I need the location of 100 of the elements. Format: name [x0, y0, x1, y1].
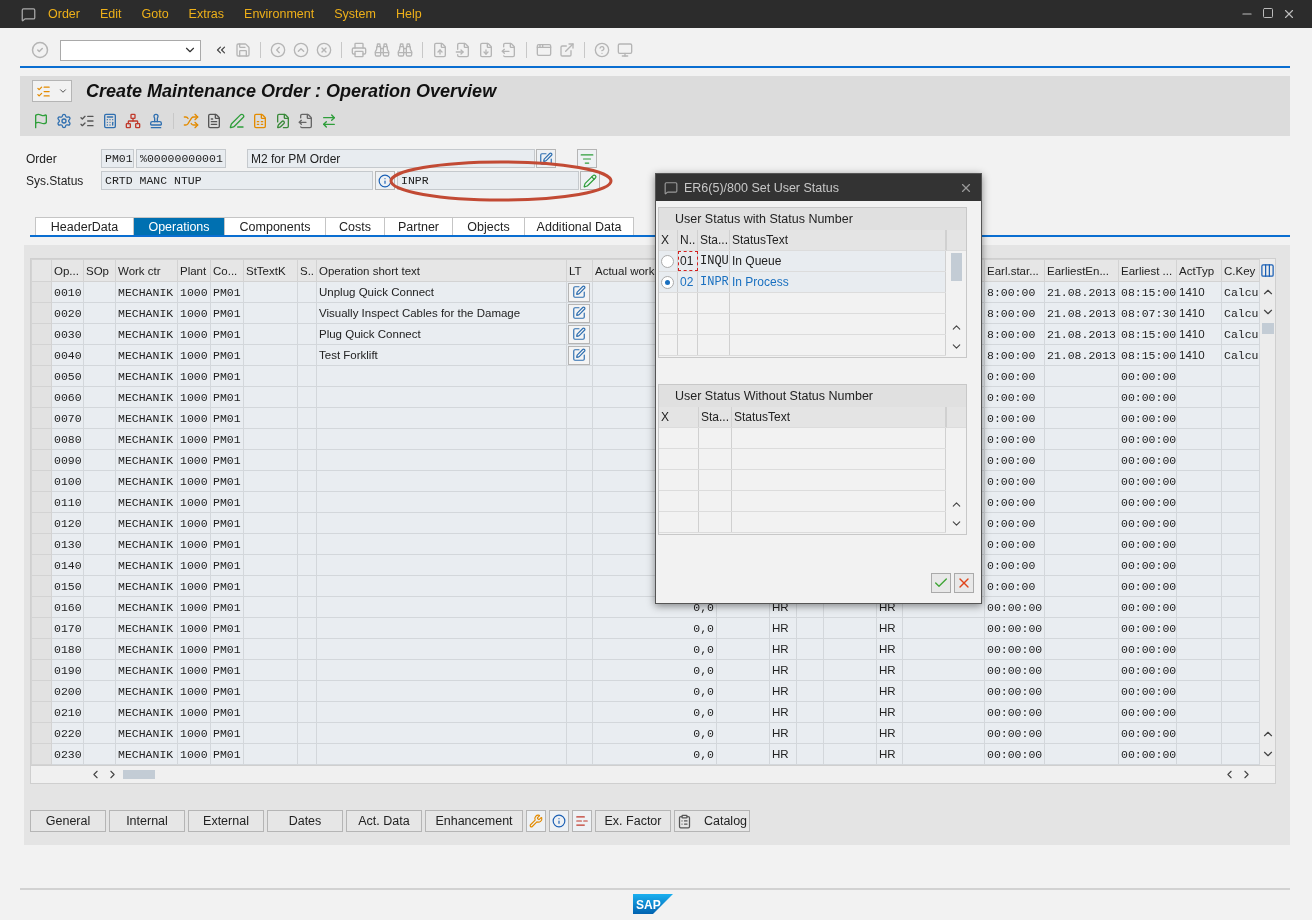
tab-button[interactable]: Dates — [267, 810, 343, 832]
tab[interactable]: Objects — [452, 217, 525, 235]
row-selector[interactable] — [31, 680, 52, 702]
column-header[interactable]: SOp — [83, 259, 116, 282]
find-next-icon[interactable] — [397, 42, 413, 58]
remove-button[interactable] — [572, 810, 592, 832]
tab[interactable]: Costs — [325, 217, 385, 235]
confirm-button[interactable] — [931, 573, 951, 593]
row-selector[interactable] — [31, 638, 52, 660]
print-icon[interactable] — [351, 42, 367, 58]
stamp-icon[interactable] — [148, 113, 164, 129]
catalog-button[interactable]: Catalog — [674, 810, 750, 832]
long-text-button[interactable] — [568, 324, 590, 344]
row-selector[interactable] — [31, 407, 52, 429]
row-selector[interactable] — [31, 281, 52, 303]
menu-item[interactable]: Extras — [188, 7, 225, 21]
column-header[interactable]: Op... — [51, 259, 84, 282]
next-page-icon[interactable] — [478, 42, 494, 58]
column-header[interactable]: Co... — [210, 259, 244, 282]
row-selector[interactable] — [31, 722, 52, 744]
exit-icon[interactable] — [293, 42, 309, 58]
maximize-icon[interactable] — [1262, 7, 1274, 19]
arrows-icon[interactable] — [321, 113, 337, 129]
new-window-icon[interactable] — [536, 42, 552, 58]
row-selector[interactable] — [31, 449, 52, 471]
menu-item[interactable]: Help — [395, 7, 422, 21]
spreadsheet-icon[interactable] — [252, 113, 268, 129]
column-header[interactable]: EarliestEn... — [1044, 259, 1119, 282]
last-page-icon[interactable] — [501, 42, 517, 58]
row-selector[interactable] — [31, 344, 52, 366]
order-type-field[interactable]: PM01 — [101, 149, 134, 168]
radio-button[interactable] — [661, 254, 674, 268]
tab-button[interactable]: External — [188, 810, 264, 832]
menu-item[interactable]: Edit — [99, 7, 122, 21]
column-header[interactable]: Sta... — [699, 407, 732, 427]
file-pen-icon[interactable] — [275, 113, 291, 129]
tab[interactable]: Additional Data — [524, 217, 634, 235]
list-icon[interactable] — [79, 113, 95, 129]
filter-button[interactable] — [577, 149, 597, 168]
tab-button[interactable]: Ex. Factor — [595, 810, 671, 832]
column-header[interactable]: Operation short text — [316, 259, 567, 282]
column-header[interactable]: Work ctr — [115, 259, 178, 282]
close-icon[interactable] — [1282, 7, 1296, 21]
network-icon[interactable] — [125, 113, 141, 129]
row-selector[interactable] — [31, 302, 52, 324]
command-field[interactable] — [60, 39, 201, 61]
row-selector[interactable] — [31, 491, 52, 513]
chevrons-left-icon[interactable] — [214, 43, 228, 57]
info-button[interactable] — [375, 171, 395, 190]
table-settings-icon[interactable] — [1260, 262, 1275, 278]
scroll-thumb[interactable] — [950, 253, 962, 281]
document-icon[interactable] — [206, 113, 222, 129]
tab[interactable]: Partner — [384, 217, 453, 235]
file-output-icon[interactable] — [298, 113, 314, 129]
column-header[interactable]: Plant — [177, 259, 211, 282]
row-selector[interactable] — [31, 386, 52, 408]
tab[interactable]: Components — [224, 217, 326, 235]
long-text-button[interactable] — [568, 345, 590, 365]
tab-button[interactable]: Enhancement — [425, 810, 523, 832]
row-selector[interactable] — [31, 470, 52, 492]
pen-icon[interactable] — [229, 113, 245, 129]
column-header[interactable]: Earl.star... — [984, 259, 1045, 282]
variant-button[interactable] — [32, 80, 72, 102]
column-header[interactable]: Sta... — [698, 230, 730, 250]
column-header[interactable]: X — [659, 230, 678, 250]
shortcut-icon[interactable] — [559, 42, 575, 58]
calculator-icon[interactable] — [102, 113, 118, 129]
tab-button[interactable]: Act. Data — [346, 810, 422, 832]
column-header[interactable]: X — [659, 407, 699, 427]
menu-item[interactable]: Goto — [141, 7, 169, 21]
first-page-icon[interactable] — [432, 42, 448, 58]
order-number-field[interactable]: %00000000001 — [136, 149, 226, 168]
shuffle-icon[interactable] — [183, 113, 199, 129]
gear-icon[interactable] — [56, 113, 72, 129]
row-selector[interactable] — [31, 323, 52, 345]
row-selector[interactable] — [31, 575, 52, 597]
find-icon[interactable] — [374, 42, 390, 58]
tools-button[interactable] — [526, 810, 546, 832]
row-selector[interactable] — [31, 365, 52, 387]
back-icon[interactable] — [270, 42, 286, 58]
system-status-field[interactable]: CRTD MANC NTUP — [101, 171, 373, 190]
column-header[interactable]: C.Key — [1221, 259, 1260, 282]
scroll-thumb[interactable] — [123, 770, 155, 779]
row-selector[interactable] — [31, 554, 52, 576]
save-icon[interactable] — [235, 42, 251, 58]
cancel-button[interactable] — [954, 573, 974, 593]
row-selector[interactable] — [31, 512, 52, 534]
flag-icon[interactable] — [33, 113, 49, 129]
row-selector[interactable] — [31, 617, 52, 639]
info-button[interactable] — [549, 810, 569, 832]
menu-icon[interactable] — [21, 6, 36, 22]
user-status-field[interactable]: INPR — [397, 171, 579, 190]
help-icon[interactable] — [594, 42, 610, 58]
row-selector[interactable] — [31, 596, 52, 618]
row-selector[interactable] — [31, 701, 52, 723]
menu-item[interactable]: System — [334, 7, 376, 21]
order-description-field[interactable]: M2 for PM Order — [247, 149, 535, 168]
row-selector[interactable] — [31, 659, 52, 681]
column-header[interactable]: N.. — [678, 230, 698, 250]
tab-button[interactable]: General — [30, 810, 106, 832]
